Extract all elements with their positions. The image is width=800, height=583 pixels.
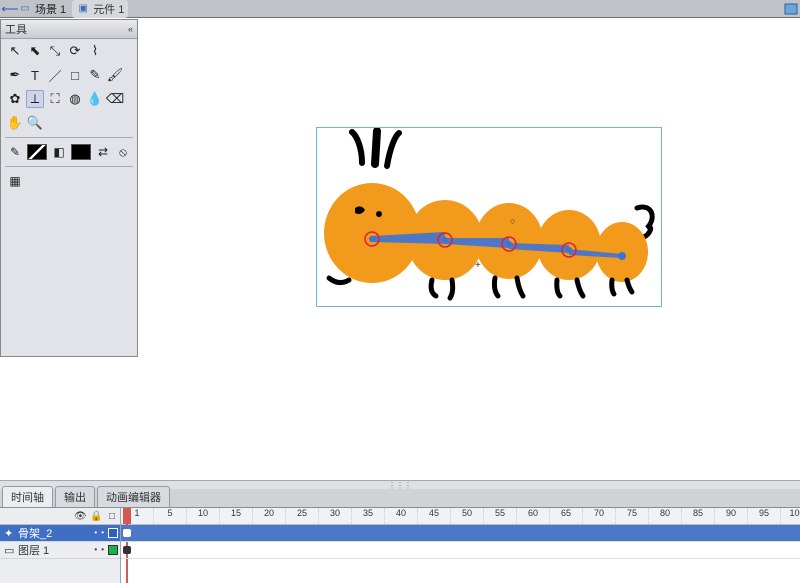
frames-area[interactable]: 1510152025303540455055606570758085909510…	[121, 508, 800, 583]
text-tool[interactable]: T	[26, 66, 44, 84]
paint-bucket-tool[interactable]: ⛶	[46, 90, 64, 108]
canvas-artwork[interactable]: ○ +	[317, 128, 661, 306]
outline-column-icon[interactable]: □	[106, 511, 118, 522]
breadcrumb-symbol-label: 元件 1	[93, 1, 124, 17]
eraser-tool[interactable]: ⌫	[106, 90, 124, 108]
ruler-tick[interactable]: 100	[781, 508, 800, 524]
ruler-tick[interactable]: 80	[649, 508, 682, 524]
fill-color-icon[interactable]: ◧	[50, 143, 68, 161]
layer-1-visible-dot[interactable]: •	[94, 545, 97, 555]
3d-rotation-tool[interactable]: ⟳	[66, 42, 84, 60]
layer-1-color[interactable]	[108, 545, 118, 555]
back-arrow-icon[interactable]: ⟵	[2, 2, 18, 16]
layers-list: 👁 🔒 □ ✦ 骨架_2 • • ▭ 图层 1 • •	[0, 508, 121, 583]
tools-panel-title: 工具 «	[1, 20, 137, 39]
breadcrumb-scene-label: 场景 1	[35, 1, 66, 17]
layer-icon: ▭	[4, 544, 18, 557]
options-icon[interactable]: ▦	[6, 172, 24, 190]
subselection-tool[interactable]: ⬉	[26, 42, 44, 60]
brush-tool[interactable]: 🖌	[106, 66, 124, 84]
ruler-tick[interactable]: 90	[715, 508, 748, 524]
ruler-tick[interactable]: 65	[550, 508, 583, 524]
rectangle-tool[interactable]: □	[66, 66, 84, 84]
timeline-tabs: 时间轴 输出 动画编辑器	[0, 489, 800, 508]
ruler-tick[interactable]: 10	[187, 508, 220, 524]
tool-row-2: ✒ T ／ □ ✎ 🖌	[1, 63, 137, 87]
ruler-tick[interactable]: 20	[253, 508, 286, 524]
fill-color-swatch[interactable]	[71, 144, 91, 160]
deco-tool[interactable]: ✿	[6, 90, 24, 108]
track-armature[interactable]	[121, 525, 800, 542]
tools-panel: 工具 « ↖ ⬉ ⤡ ⟳ ⌇ ✒ T ／ □ ✎ 🖌 ✿ ⟂ ⛶ ◍ 💧 ⌫ ✋…	[0, 19, 138, 357]
layer-1-lock-dot[interactable]: •	[101, 545, 104, 555]
stage[interactable]: ○ +	[140, 19, 800, 484]
edit-bar: ⟵ ▭ 场景 1 ▣ 元件 1	[0, 0, 800, 18]
ruler-tick[interactable]: 50	[451, 508, 484, 524]
stroke-color-swatch[interactable]	[27, 144, 47, 160]
layer-1[interactable]: ▭ 图层 1 • •	[0, 542, 120, 559]
ruler-tick[interactable]: 40	[385, 508, 418, 524]
layer-armature-color[interactable]	[108, 528, 118, 538]
tool-row-1: ↖ ⬉ ⤡ ⟳ ⌇	[1, 39, 137, 63]
frame-ruler[interactable]: 1510152025303540455055606570758085909510…	[121, 508, 800, 525]
eye-column-icon[interactable]: 👁	[74, 511, 86, 522]
swap-colors-icon[interactable]: ⇄	[94, 143, 112, 161]
svg-text:○: ○	[510, 216, 515, 226]
keyframe-layer1-1[interactable]	[123, 546, 131, 554]
line-tool[interactable]: ／	[46, 66, 64, 84]
tool-row-3: ✿ ⟂ ⛶ ◍ 💧 ⌫	[1, 87, 137, 111]
svg-text:+: +	[475, 260, 481, 271]
hand-tool[interactable]: ✋	[6, 114, 24, 132]
pen-tool[interactable]: ✒	[6, 66, 24, 84]
ink-bottle-tool[interactable]: ◍	[66, 90, 84, 108]
selection-tool[interactable]: ↖	[6, 42, 24, 60]
tools-panel-title-text: 工具	[5, 21, 27, 37]
ruler-tick[interactable]: 55	[484, 508, 517, 524]
tool-row-4: ✋ 🔍	[1, 111, 137, 135]
breadcrumb-symbol[interactable]: ▣ 元件 1	[72, 0, 128, 18]
lasso-tool[interactable]: ⌇	[86, 42, 104, 60]
scene-icon: ▭	[18, 2, 32, 16]
keyframe-armature-1[interactable]	[123, 529, 131, 537]
color-row: ✎ ◧ ⇄ ⦸	[1, 140, 137, 164]
tab-timeline[interactable]: 时间轴	[2, 486, 53, 507]
free-transform-tool[interactable]: ⤡	[46, 42, 64, 60]
ruler-tick[interactable]: 5	[154, 508, 187, 524]
ruler-tick[interactable]: 15	[220, 508, 253, 524]
ruler-tick[interactable]: 25	[286, 508, 319, 524]
track-layer-1[interactable]	[121, 542, 800, 559]
layer-armature-visible-dot[interactable]: •	[94, 528, 97, 538]
stroke-color-icon[interactable]: ✎	[6, 143, 24, 161]
options-row: ▦	[1, 169, 137, 193]
eyedropper-tool[interactable]: 💧	[86, 90, 104, 108]
timeline-panel: 时间轴 输出 动画编辑器 👁 🔒 □ ✦ 骨架_2 • • ▭ 图层 1	[0, 489, 800, 582]
ruler-tick[interactable]: 95	[748, 508, 781, 524]
ruler-tick[interactable]: 70	[583, 508, 616, 524]
zoom-tool[interactable]: 🔍	[26, 114, 44, 132]
tab-output[interactable]: 输出	[55, 486, 95, 507]
layers-header: 👁 🔒 □	[0, 508, 120, 525]
symbol-icon: ▣	[76, 2, 90, 16]
ruler-tick[interactable]: 85	[682, 508, 715, 524]
ruler-tick[interactable]: 75	[616, 508, 649, 524]
lock-column-icon[interactable]: 🔒	[90, 511, 102, 522]
playhead[interactable]	[123, 508, 131, 524]
no-color-icon[interactable]: ⦸	[114, 143, 132, 161]
bone-tool[interactable]: ⟂	[26, 90, 44, 108]
armature-icon: ✦	[4, 527, 18, 540]
layer-armature-lock-dot[interactable]: •	[101, 528, 104, 538]
layer-1-label: 图层 1	[18, 542, 49, 558]
ruler-tick[interactable]: 45	[418, 508, 451, 524]
layer-armature[interactable]: ✦ 骨架_2 • •	[0, 525, 120, 542]
tab-motion-editor[interactable]: 动画编辑器	[97, 486, 170, 507]
ruler-tick[interactable]: 35	[352, 508, 385, 524]
edit-bar-menu-icon[interactable]	[782, 2, 800, 16]
layer-armature-label: 骨架_2	[18, 525, 52, 541]
breadcrumb-scene[interactable]: ▭ 场景 1	[18, 0, 66, 18]
pencil-tool[interactable]: ✎	[86, 66, 104, 84]
symbol-bounding-box: ○ +	[316, 127, 662, 307]
panel-minimize-icon[interactable]: «	[128, 24, 133, 34]
ruler-tick[interactable]: 60	[517, 508, 550, 524]
ruler-tick[interactable]: 30	[319, 508, 352, 524]
